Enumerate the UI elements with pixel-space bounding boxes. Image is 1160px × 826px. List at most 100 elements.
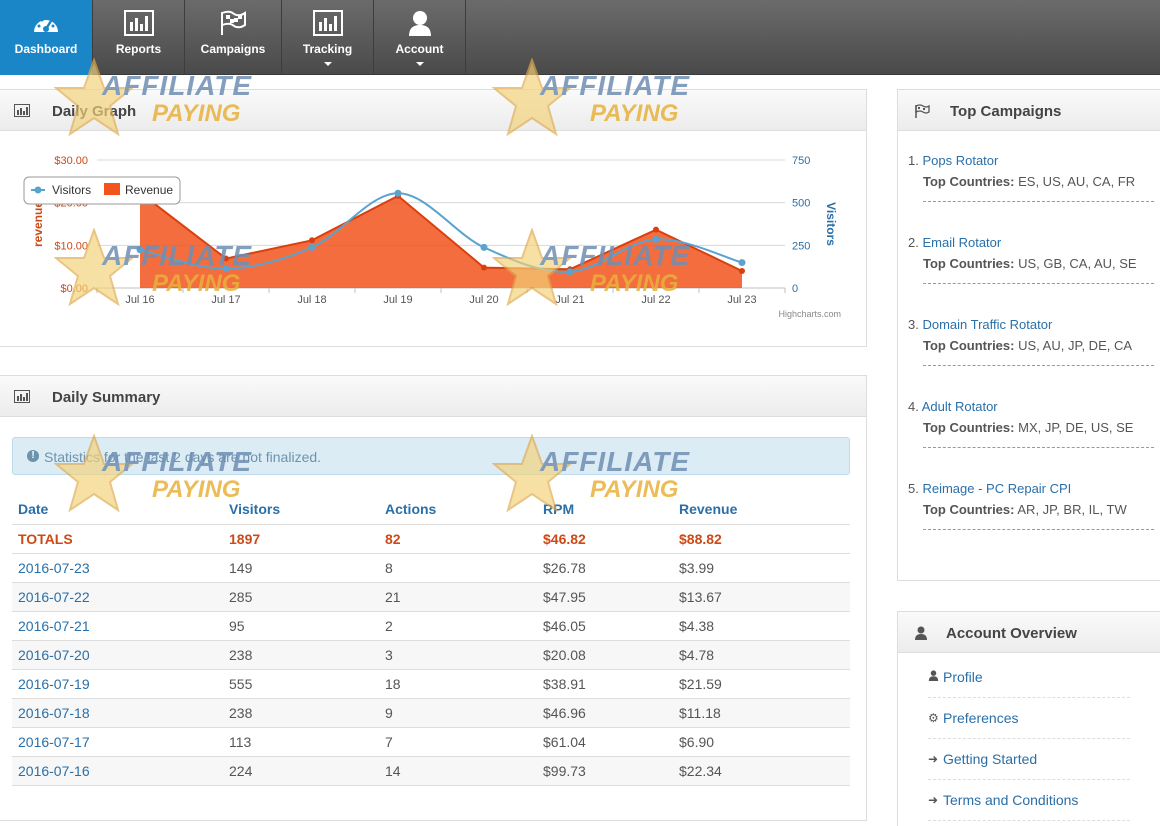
- nav-account[interactable]: Account: [374, 0, 466, 75]
- column-header-date[interactable]: Date: [12, 495, 223, 525]
- row-rpm: $26.78: [537, 553, 673, 583]
- daily-summary-header: Daily Summary: [0, 376, 866, 417]
- nav-campaigns-label: Campaigns: [200, 42, 266, 56]
- x-tick-label: Jul 17: [211, 294, 240, 306]
- top-countries-label: Top Countries:: [923, 420, 1015, 435]
- table-row: 2016-07-19 555 18 $38.91 $21.59: [12, 669, 850, 699]
- row-visitors: 285: [223, 582, 379, 612]
- row-date-link[interactable]: 2016-07-19: [12, 669, 223, 699]
- top-campaigns-header: Top Campaigns: [898, 90, 1160, 131]
- revenue-point: [653, 226, 659, 233]
- terms-link[interactable]: ➜ Terms and Conditions: [928, 780, 1130, 821]
- campaign-link[interactable]: Email Rotator: [922, 235, 1001, 250]
- column-header-rpm[interactable]: RPM: [537, 495, 673, 525]
- row-visitors: 113: [223, 727, 379, 757]
- y-right-tick-label: 750: [792, 155, 810, 167]
- nav-campaigns[interactable]: Campaigns: [185, 0, 282, 75]
- top-countries-label: Top Countries:: [923, 502, 1015, 517]
- campaign-number: 2.: [908, 235, 919, 250]
- campaign-item: 3. Domain Traffic Rotator Top Countries:…: [908, 317, 1154, 366]
- campaign-link[interactable]: Pops Rotator: [922, 153, 998, 168]
- row-date-link[interactable]: 2016-07-18: [12, 698, 223, 728]
- row-date-link[interactable]: 2016-07-23: [12, 553, 223, 583]
- gear-icon: ⚙: [928, 711, 939, 725]
- visitors-point: [738, 259, 746, 267]
- campaign-item: 1. Pops Rotator Top Countries: ES, US, A…: [908, 153, 1154, 202]
- table-row: 2016-07-18 238 9 $46.96 $11.18: [12, 698, 850, 728]
- visitors-point: [136, 246, 144, 254]
- divider: [923, 447, 1154, 448]
- user-icon: [915, 626, 927, 640]
- sign-in-icon: ➜: [928, 752, 939, 766]
- row-visitors: 238: [223, 640, 379, 670]
- table-row: 2016-07-20 238 3 $20.08 $4.78: [12, 640, 850, 670]
- row-date-link[interactable]: 2016-07-22: [12, 582, 223, 612]
- revenue-point: [739, 267, 745, 274]
- column-header-actions[interactable]: Actions: [379, 495, 537, 525]
- visitors-point: [652, 235, 660, 243]
- profile-link[interactable]: Profile: [928, 657, 1130, 698]
- y-left-axis-label: revenue: [31, 201, 45, 247]
- column-header-revenue[interactable]: Revenue: [673, 495, 850, 525]
- account-overview-title: Account Overview: [946, 625, 1077, 642]
- row-revenue: $4.78: [673, 640, 850, 670]
- nav-tracking-label: Tracking: [302, 42, 353, 56]
- y-left-tick-label: $0.00: [60, 283, 88, 295]
- row-visitors: 95: [223, 611, 379, 641]
- top-countries-label: Top Countries:: [923, 338, 1015, 353]
- top-campaigns-panel: Top Campaigns 1. Pops Rotator Top Countr…: [897, 89, 1160, 581]
- getting-started-link[interactable]: ➜ Getting Started: [928, 739, 1130, 780]
- nav-tracking[interactable]: Tracking: [282, 0, 374, 75]
- chart-credit[interactable]: Highcharts.com: [778, 309, 841, 319]
- divider: [923, 201, 1154, 202]
- x-tick-label: Jul 18: [297, 294, 326, 306]
- preferences-link-label[interactable]: Preferences: [943, 710, 1018, 726]
- row-date-link[interactable]: 2016-07-16: [12, 756, 223, 786]
- row-revenue: $13.67: [673, 582, 850, 612]
- totals-rpm: $46.82: [537, 524, 673, 554]
- daily-graph-panel: Daily Graph $0.00$10.00$20.00$30.00reven…: [0, 89, 867, 347]
- campaign-number: 3.: [908, 317, 919, 332]
- y-right-tick-label: 500: [792, 198, 810, 210]
- row-visitors: 238: [223, 698, 379, 728]
- visitors-point: [308, 243, 316, 251]
- campaign-link[interactable]: Domain Traffic Rotator: [922, 317, 1052, 332]
- terms-link-label[interactable]: Terms and Conditions: [943, 792, 1078, 808]
- nav-reports-label: Reports: [115, 42, 162, 56]
- campaign-link[interactable]: Adult Rotator: [922, 399, 998, 414]
- row-visitors: 555: [223, 669, 379, 699]
- legend-visitors-label: Visitors: [52, 183, 91, 197]
- row-revenue: $11.18: [673, 698, 850, 728]
- row-date-link[interactable]: 2016-07-20: [12, 640, 223, 670]
- row-rpm: $47.95: [537, 582, 673, 612]
- x-tick-label: Jul 19: [383, 294, 412, 306]
- visitors-point: [222, 265, 230, 273]
- top-countries-label: Top Countries:: [923, 174, 1015, 189]
- campaign-link[interactable]: Reimage - PC Repair CPI: [922, 481, 1071, 496]
- row-revenue: $4.38: [673, 611, 850, 641]
- column-header-visitors[interactable]: Visitors: [223, 495, 379, 525]
- row-actions: 9: [379, 698, 537, 728]
- flag-icon: [915, 104, 930, 118]
- preferences-link[interactable]: ⚙ Preferences: [928, 698, 1130, 739]
- nav-reports[interactable]: Reports: [93, 0, 185, 75]
- revenue-point: [481, 264, 487, 271]
- profile-link-label[interactable]: Profile: [943, 669, 983, 685]
- totals-row: TOTALS 1897 82 $46.82 $88.82: [12, 524, 850, 554]
- row-date-link[interactable]: 2016-07-21: [12, 611, 223, 641]
- y-right-axis-label: Visitors: [824, 202, 838, 246]
- info-icon: !: [27, 450, 39, 462]
- y-left-tick-label: $10.00: [54, 240, 88, 252]
- campaign-number: 4.: [908, 399, 919, 414]
- row-actions: 7: [379, 727, 537, 757]
- legend-revenue-swatch: [104, 183, 120, 195]
- visitors-point: [480, 243, 488, 251]
- nav-dashboard[interactable]: Dashboard: [0, 0, 93, 75]
- row-date-link[interactable]: 2016-07-17: [12, 727, 223, 757]
- table-row: 2016-07-23 149 8 $26.78 $3.99: [12, 553, 850, 583]
- x-tick-label: Jul 20: [469, 294, 498, 306]
- row-visitors: 149: [223, 553, 379, 583]
- y-left-tick-label: $30.00: [54, 155, 88, 167]
- x-tick-label: Jul 22: [641, 294, 670, 306]
- getting-started-link-label[interactable]: Getting Started: [943, 751, 1037, 767]
